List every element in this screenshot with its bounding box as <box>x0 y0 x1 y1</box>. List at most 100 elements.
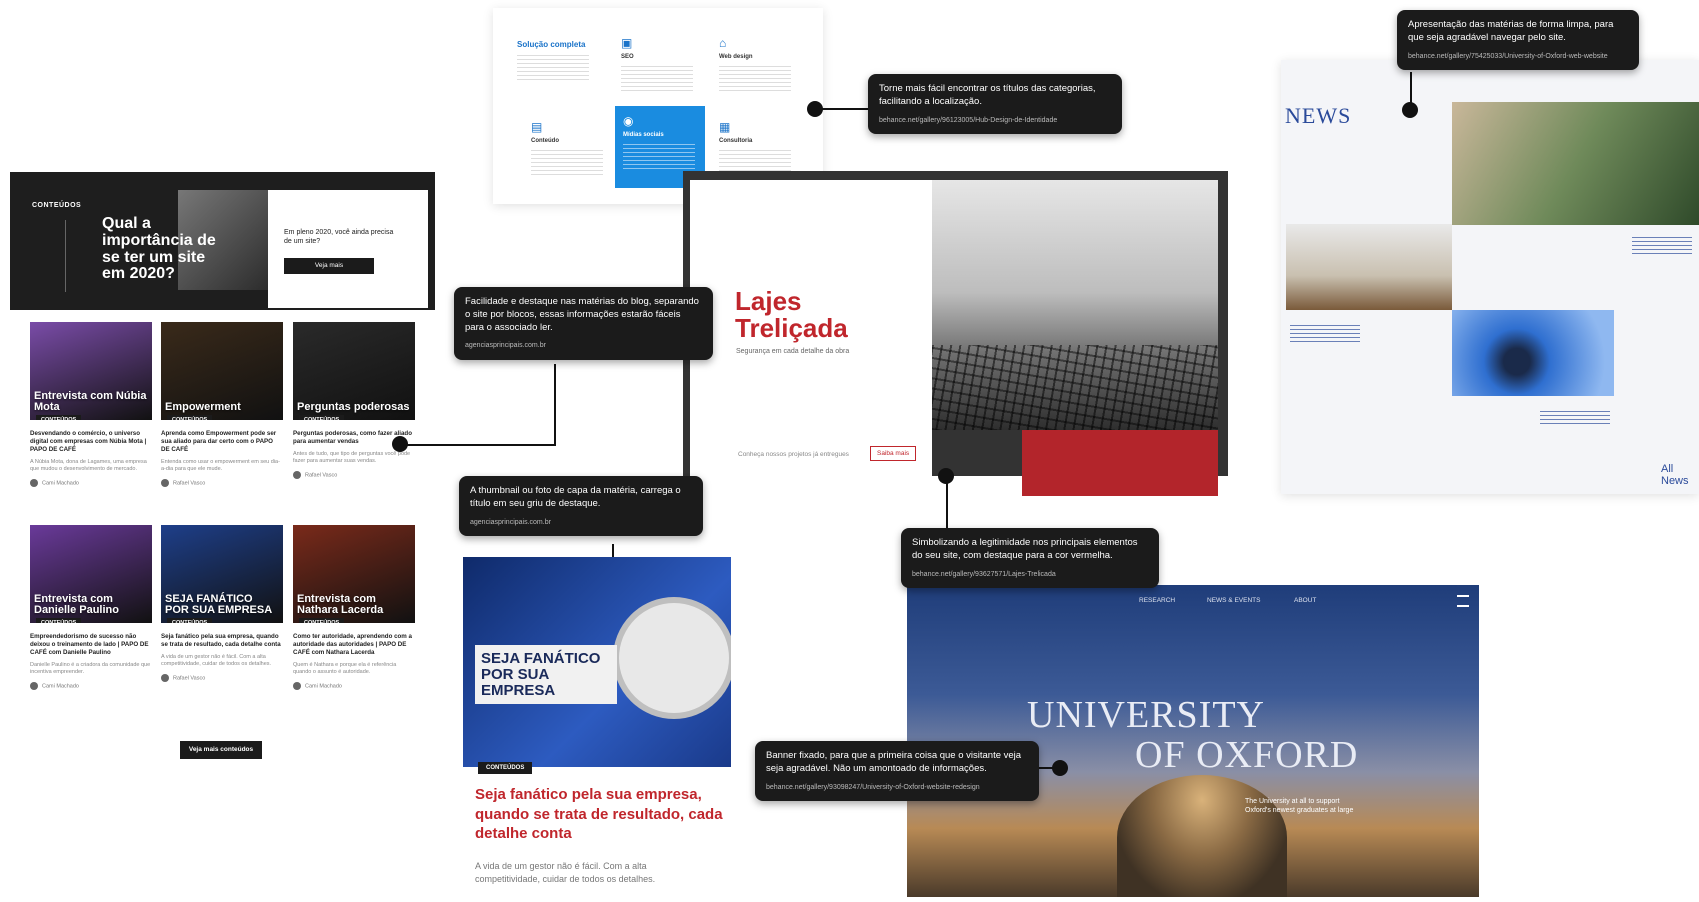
callout-source: agenciasprincipais.com.br <box>465 342 546 350</box>
post-author: Rafael Vasco <box>161 674 283 682</box>
category-item[interactable]: ⌂ Web design <box>719 36 805 118</box>
oxford-nav-research[interactable]: RESEARCH <box>1139 597 1175 604</box>
post-card[interactable]: Empowerment CONTEÚDOS Aprenda como Empower… <box>161 322 283 487</box>
callout-source: behance.net/gallery/96123005/Hub-Design-… <box>879 116 1058 124</box>
post-author: Cami Machado <box>293 682 415 690</box>
post-card[interactable]: Entrevista com Nathara Lacerda CONTEÚDOS C… <box>293 525 415 690</box>
connector-line <box>815 108 870 110</box>
featured-title[interactable]: Seja fanático pela sua empresa, quando s… <box>475 785 725 844</box>
connector-line <box>554 364 556 446</box>
news-photo-bee <box>1452 310 1614 396</box>
post-title[interactable]: Desvendando o comércio, o universo digit… <box>30 430 152 454</box>
post-title[interactable]: Empreendedorismo de sucesso não deixou o… <box>30 633 152 657</box>
featured-thumb-title: SEJA FANÁTICO POR SUA EMPRESA <box>475 645 617 705</box>
consulting-icon: ▦ <box>719 120 731 134</box>
hero-see-more-button[interactable]: Veja mais <box>284 258 374 274</box>
post-thumb-title: Entrevista com Núbia Mota <box>34 389 147 414</box>
lajes-rebar <box>932 345 1218 430</box>
post-badge: CONTEÚDOS <box>36 618 82 623</box>
post-title[interactable]: Como ter autoridade, aprendendo com a au… <box>293 633 415 657</box>
blog-hero: CONTEÚDOS Qual a importância de se ter u… <box>10 172 435 310</box>
hero-question: Em pleno 2020, você ainda precisa de um … <box>284 229 394 246</box>
post-card[interactable]: SEJA FANÁTICO POR SUA EMPRESA CONTEÚDOS Se… <box>161 525 283 682</box>
featured-thumbnail[interactable]: SEJA FANÁTICO POR SUA EMPRESA <box>463 557 731 767</box>
category-text <box>719 63 791 91</box>
oxford-title-line2: OF OXFORD <box>1135 734 1359 776</box>
post-card[interactable]: Perguntas poderosas CONTEÚDOS Perguntas po… <box>293 322 415 479</box>
social-icon: ◉ <box>623 114 634 128</box>
category-title: SEO <box>621 54 634 60</box>
connector-dot <box>1052 760 1068 776</box>
category-title: Conteúdo <box>531 138 559 144</box>
hero-divider <box>65 220 66 292</box>
post-thumbnail[interactable]: Perguntas poderosas CONTEÚDOS <box>293 322 415 420</box>
post-thumbnail[interactable]: SEJA FANÁTICO POR SUA EMPRESA CONTEÚDOS <box>161 525 283 623</box>
content-icon: ▤ <box>531 120 543 134</box>
connector-dot <box>807 101 823 117</box>
oxford-nav-about[interactable]: ABOUT <box>1294 597 1316 604</box>
hero-title: Qual a importância de se ter um site em … <box>102 215 216 283</box>
category-text <box>621 63 693 91</box>
all-news-link[interactable]: All News <box>1661 463 1699 487</box>
post-excerpt: Entenda como usar o empowerment em seu d… <box>161 459 280 473</box>
post-thumb-title: Empowerment <box>165 401 241 414</box>
category-text <box>623 141 695 169</box>
post-badge: CONTEÚDOS <box>167 415 213 420</box>
callout-blog: Facilidade e destaque nas matérias do bl… <box>454 287 713 360</box>
callout-news: Apresentação das matérias de forma limpa… <box>1397 10 1639 71</box>
callout-text: Torne mais fácil encontrar os títulos da… <box>879 83 1096 107</box>
clock-icon <box>613 597 731 719</box>
connector-dot <box>1402 102 1418 118</box>
category-text <box>531 147 603 175</box>
hero-tag: CONTEÚDOS <box>32 202 82 209</box>
oxford-nav-news-events[interactable]: NEWS & EVENTS <box>1207 597 1260 604</box>
seo-icon: ▣ <box>621 36 633 50</box>
callout-text: Simbolizando a legitimidade nos principa… <box>912 537 1138 561</box>
category-title: Web design <box>719 54 753 60</box>
category-title: Mídias sociais <box>623 132 664 138</box>
post-card[interactable]: Entrevista com Núbia Mota CONTEÚDOS Desven… <box>30 322 152 487</box>
post-thumb-title: SEJA FANÁTICO POR SUA EMPRESA <box>165 592 273 617</box>
post-badge: CONTEÚDOS <box>299 415 345 420</box>
post-thumbnail[interactable]: Entrevista com Danielle Paulino CONTEÚDOS <box>30 525 152 623</box>
post-author: Cami Machado <box>30 682 152 690</box>
post-excerpt: Danielle Paulino é a criadora da comunid… <box>30 662 151 676</box>
featured-badge: CONTEÚDOS <box>478 762 533 774</box>
post-thumbnail[interactable]: Empowerment CONTEÚDOS <box>161 322 283 420</box>
callout-thumbnail: A thumbnail ou foto de capa da matéria, … <box>459 476 703 537</box>
post-badge: CONTEÚDOS <box>299 618 345 623</box>
post-card[interactable]: Entrevista com Danielle Paulino CONTEÚDOS… <box>30 525 152 690</box>
post-badge: CONTEÚDOS <box>167 618 213 623</box>
post-excerpt: A vida de um gestor não é fácil. Com a a… <box>161 654 272 668</box>
lajes-title-line1: Lajes <box>735 286 802 316</box>
post-title[interactable]: Aprenda como Empowerment pode ser sua al… <box>161 430 283 454</box>
callout-text: A thumbnail ou foto de capa da matéria, … <box>470 485 681 509</box>
callout-oxford: Banner fixado, para que a primeira coisa… <box>755 741 1039 802</box>
oxford-title-line1: UNIVERSITY <box>1027 694 1265 736</box>
connector-dot <box>392 436 408 452</box>
news-photo-students <box>1452 102 1699 225</box>
lajes-title-line2: Treliçada <box>735 313 848 344</box>
category-item[interactable]: Solução completa <box>517 36 603 118</box>
connector-dot <box>938 468 954 484</box>
post-thumb-title: Perguntas poderosas <box>297 401 410 414</box>
callout-text: Banner fixado, para que a primeira coisa… <box>766 750 1022 774</box>
post-badge: CONTEÚDOS <box>36 415 82 420</box>
post-excerpt: Antes de tudo, que tipo de perguntas voc… <box>293 451 411 465</box>
category-item[interactable]: ▤ Conteúdo <box>531 120 617 202</box>
post-title[interactable]: Seja fanático pela sua empresa, quando s… <box>161 633 283 649</box>
lajes-more-button[interactable]: Saiba mais <box>870 446 917 461</box>
post-author: Cami Machado <box>30 479 152 487</box>
featured-excerpt: A vida de um gestor não é fácil. Com a a… <box>475 861 656 884</box>
category-text <box>517 52 589 80</box>
post-thumbnail[interactable]: Entrevista com Nathara Lacerda CONTEÚDOS <box>293 525 415 623</box>
radcliffe-dome <box>1117 775 1287 897</box>
more-content-button[interactable]: Veja mais conteúdos <box>180 741 262 759</box>
post-author: Rafael Vasco <box>161 479 283 487</box>
oxford-side-text: The University at all to support Oxford'… <box>1245 798 1354 815</box>
hamburger-menu-icon[interactable] <box>1457 595 1469 607</box>
category-title: Consultoria <box>719 138 753 144</box>
callout-source: agenciasprincipais.com.br <box>470 518 551 526</box>
post-thumbnail[interactable]: Entrevista com Núbia Mota CONTEÚDOS <box>30 322 152 420</box>
post-excerpt: A Núbia Mota, dona de Lagames, uma empre… <box>30 459 147 473</box>
